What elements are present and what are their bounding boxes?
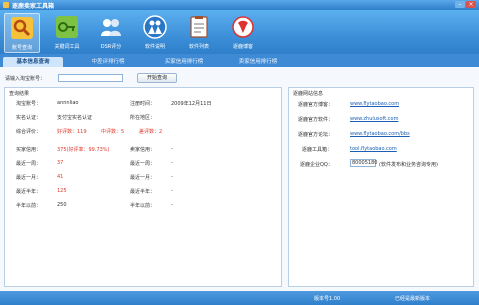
cert-label: 实名认证：: [16, 115, 42, 121]
result-panel: 查询结果 淘宝账号： annnliao 注册时间： 2009年12月11日 实名…: [4, 87, 282, 287]
toolbar-label: DSR评分: [100, 44, 122, 50]
site-info-panel: 逐鹿网站信息 逐鹿官方博客： www.flytaobao.com 逐鹿官方软件：…: [288, 87, 474, 287]
buyer-credit-label: 买家信用：: [16, 147, 42, 153]
tab-basic-info[interactable]: 基本信息查询: [3, 57, 63, 67]
document-icon: [190, 16, 208, 38]
week-label: 最近一周：: [16, 161, 42, 167]
result-panel-title: 查询结果: [9, 91, 30, 97]
overall-label: 综合评价：: [16, 129, 42, 135]
toolbar-keyword-tool[interactable]: 关键词工具: [49, 13, 85, 53]
key-icon: [56, 16, 78, 38]
version-text: 版本号1.00: [314, 296, 341, 302]
tools-label: 逐鹿工具箱：: [302, 147, 333, 153]
month-value: 41: [57, 174, 64, 180]
seller-credit-value: -: [171, 146, 173, 152]
bad-count: 差评数：2: [139, 129, 163, 135]
toolbar-software-help[interactable]: 软件说明: [137, 13, 173, 53]
query-label: 请输入淘宝账号：: [5, 76, 46, 82]
software-link[interactable]: www.zhulusoft.com: [350, 116, 398, 122]
reg-time-label: 注册时间：: [130, 101, 156, 107]
app-icon: [3, 2, 9, 8]
software-label: 逐鹿官方软件：: [298, 117, 334, 123]
cert-value: 支付宝实名认证: [57, 115, 93, 121]
toolbar-label: 关键词工具: [54, 44, 80, 50]
week-value: 37: [57, 160, 64, 166]
neutral-count: 中评数：5: [101, 129, 125, 135]
tools-link[interactable]: tool.flytaobao.com: [350, 146, 397, 152]
account-value: annnliao: [57, 100, 79, 106]
tab-bar: 基本信息查询 中差评排行榜 买家信用排行榜 卖家信用排行榜: [0, 54, 479, 67]
toolbar-label: 软件说明: [144, 44, 165, 50]
good-count: 好评数：119: [57, 129, 87, 135]
region-label: 所在地区：: [130, 115, 156, 121]
title-bar: 逐鹿卖家工具箱 – ×: [0, 0, 479, 10]
blog-label: 逐鹿官方博客：: [298, 102, 334, 108]
toolbar-dsr-score[interactable]: DSR评分: [93, 13, 129, 53]
month-seller-value: -: [171, 174, 173, 180]
reg-time-value: 2009年12月11日: [171, 101, 212, 107]
tab-buyer-credit-ranking[interactable]: 买家信用排行榜: [154, 57, 214, 67]
account-input[interactable]: [58, 74, 123, 82]
before-half-year-seller-value: -: [171, 202, 173, 208]
month-label: 最近一月：: [16, 175, 42, 181]
account-label: 淘宝账号：: [16, 101, 42, 107]
qq-note: (软件发布和业务咨询专用): [379, 162, 438, 168]
half-year-label: 最近半年：: [16, 189, 42, 195]
toolbar-account-query[interactable]: 账号查询: [4, 13, 40, 53]
half-year-seller-value: -: [171, 188, 173, 194]
close-button[interactable]: ×: [466, 1, 476, 8]
toolbar-label: 逐鹿博客: [232, 44, 253, 50]
month-seller-label: 最近一月：: [130, 175, 156, 181]
seller-credit-label: 卖家信用：: [130, 147, 156, 153]
before-half-year-value: 250: [57, 202, 67, 208]
start-query-button[interactable]: 开始查询: [137, 73, 177, 83]
site-info-title: 逐鹿网站信息: [293, 91, 324, 97]
toolbar: 账号查询 关键词工具 DSR评分 软件说明 软件列表 逐鹿博客: [0, 10, 479, 54]
minimize-button[interactable]: –: [455, 1, 465, 8]
main-content: 请输入淘宝账号： 开始查询 查询结果 淘宝账号： annnliao 注册时间： …: [0, 67, 479, 291]
buyer-credit-value: 375(好评率：99.73%): [57, 147, 110, 153]
search-icon: [11, 17, 33, 39]
qq-label: 逐鹿企业QQ：: [300, 162, 333, 168]
week-seller-label: 最近一周：: [130, 161, 156, 167]
half-year-seller-label: 最近半年：: [130, 189, 156, 195]
people-icon: [143, 15, 167, 39]
blog-icon: [232, 16, 254, 38]
status-bar: 版本号1.00 已经是最新版本: [0, 291, 479, 305]
half-year-value: 125: [57, 188, 67, 194]
tab-bad-review-ranking[interactable]: 中差评排行榜: [82, 57, 134, 67]
toolbar-label: 账号查询: [11, 45, 32, 51]
before-half-year-label: 半年以前：: [16, 203, 42, 209]
toolbar-blog[interactable]: 逐鹿博客: [225, 13, 261, 53]
before-half-year-seller-label: 半年以前：: [130, 203, 156, 209]
tab-seller-credit-ranking[interactable]: 卖家信用排行榜: [228, 57, 288, 67]
users-icon: [101, 19, 121, 36]
toolbar-software-list[interactable]: 软件列表: [181, 13, 217, 53]
forum-label: 逐鹿官方论坛：: [298, 132, 334, 138]
week-seller-value: -: [171, 160, 173, 166]
forum-link[interactable]: www.flytaobao.com/bbs: [350, 131, 410, 137]
toolbar-label: 软件列表: [188, 44, 209, 50]
qq-number-field[interactable]: 80005180: [350, 159, 377, 167]
window-title: 逐鹿卖家工具箱: [12, 3, 55, 10]
blog-link[interactable]: www.flytaobao.com: [350, 101, 399, 107]
update-status-text: 已经是最新版本: [395, 296, 431, 302]
